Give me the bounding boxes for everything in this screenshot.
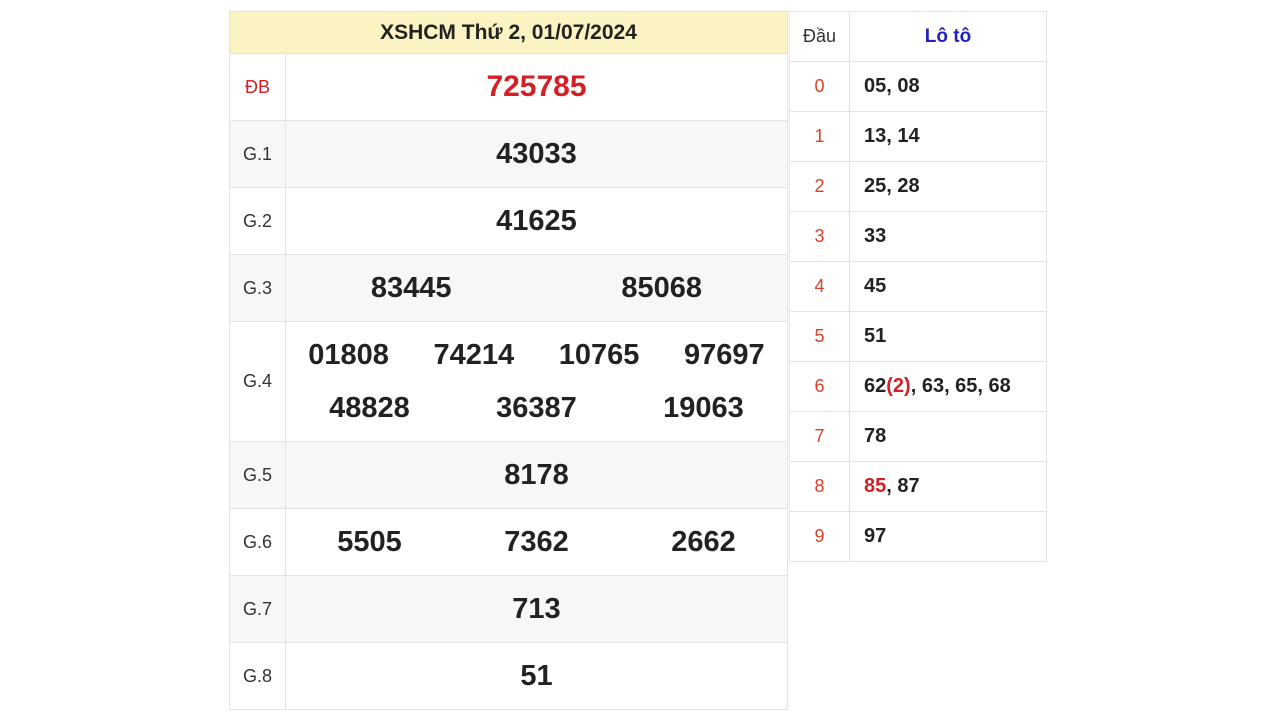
loto-dau: 3 (789, 211, 850, 262)
loto-value: , 63, 65, 68 (910, 375, 1011, 397)
loto-row: 1 13, 14 (789, 111, 1047, 162)
prize-number: 36387 (496, 391, 577, 424)
loto-row: 2 25, 28 (789, 161, 1047, 212)
loto-row: 6 62(2), 63, 65, 68 (789, 361, 1047, 412)
loto-values: 13, 14 (849, 111, 1047, 162)
prize-number: 83445 (370, 271, 452, 304)
loto-values: 85, 87 (849, 461, 1047, 512)
prize-row-g5: G.5 8178 (229, 441, 788, 509)
prize-number: 19063 (663, 391, 744, 424)
prize-row-g6: G.6 5505 7362 2662 (229, 508, 788, 576)
prize-number: 43033 (496, 137, 577, 170)
prize-label: G.8 (229, 642, 286, 710)
loto-dau: 0 (789, 61, 850, 112)
prize-label: G.5 (229, 441, 286, 509)
loto-table: Đầu Lô tô 0 05, 08 1 13, 14 2 25, 28 3 3… (789, 11, 1047, 562)
prize-row-g7: G.7 713 (229, 575, 788, 643)
prize-row-db: ĐB 725785 (229, 53, 788, 121)
prize-number: 85068 (621, 271, 703, 304)
prize-label: G.3 (229, 254, 286, 322)
loto-row: 7 78 (789, 411, 1047, 462)
loto-special-value: 85 (864, 475, 887, 497)
loto-header-loto: Lô tô (849, 11, 1047, 62)
loto-values: 97 (849, 511, 1047, 562)
loto-values: 05, 08 (849, 61, 1047, 112)
prize-row-g2: G.2 41625 (229, 187, 788, 255)
loto-values: 62(2), 63, 65, 68 (849, 361, 1047, 412)
prize-number: 97697 (684, 338, 765, 371)
loto-values: 25, 28 (849, 161, 1047, 212)
prize-row-g4: G.4 01808 74214 10765 97697 48828 36387 … (229, 321, 788, 442)
loto-value: , 87 (886, 475, 920, 497)
loto-row: 4 45 (789, 261, 1047, 312)
prize-number: 10765 (558, 338, 640, 371)
special-prize-number: 725785 (486, 70, 587, 103)
prize-number: 7362 (504, 525, 569, 558)
prize-number: 48828 (329, 391, 410, 424)
loto-values: 51 (849, 311, 1047, 362)
loto-repeat-count: (2) (886, 375, 911, 397)
loto-row: 0 05, 08 (789, 61, 1047, 112)
prize-label: G.7 (229, 575, 286, 643)
prize-number: 5505 (337, 525, 402, 558)
prize-number: 01808 (308, 338, 389, 371)
prize-number: 8178 (504, 458, 569, 491)
prize-number: 74214 (433, 338, 515, 371)
loto-values: 33 (849, 211, 1047, 262)
loto-values: 45 (849, 261, 1047, 312)
loto-dau: 9 (789, 511, 850, 562)
loto-row: 8 85, 87 (789, 461, 1047, 512)
prize-label: G.1 (229, 120, 286, 188)
prize-number: 713 (512, 592, 561, 625)
prize-label: G.6 (229, 508, 286, 576)
loto-dau: 5 (789, 311, 850, 362)
loto-dau: 4 (789, 261, 850, 312)
prize-label: G.2 (229, 187, 286, 255)
results-title: XSHCM Thứ 2, 01/07/2024 (229, 11, 788, 54)
loto-header-dau: Đầu (789, 11, 850, 62)
prize-row-g8: G.8 51 (229, 642, 788, 710)
prize-number: 41625 (496, 204, 577, 237)
loto-dau: 1 (789, 111, 850, 162)
loto-values: 78 (849, 411, 1047, 462)
loto-row: 9 97 (789, 511, 1047, 562)
loto-dau: 6 (789, 361, 850, 412)
prize-number: 2662 (671, 525, 736, 558)
prize-number: 51 (520, 659, 553, 692)
loto-row: 3 33 (789, 211, 1047, 262)
prize-label: ĐB (229, 53, 286, 121)
loto-dau: 8 (789, 461, 850, 512)
results-table: XSHCM Thứ 2, 01/07/2024 ĐB 725785 G.1 43… (229, 11, 788, 710)
loto-value: 62 (864, 375, 887, 397)
prize-label: G.4 (229, 321, 286, 442)
loto-row: 5 51 (789, 311, 1047, 362)
prize-row-g3: G.3 83445 85068 (229, 254, 788, 322)
prize-row-g1: G.1 43033 (229, 120, 788, 188)
loto-dau: 2 (789, 161, 850, 212)
loto-dau: 7 (789, 411, 850, 462)
